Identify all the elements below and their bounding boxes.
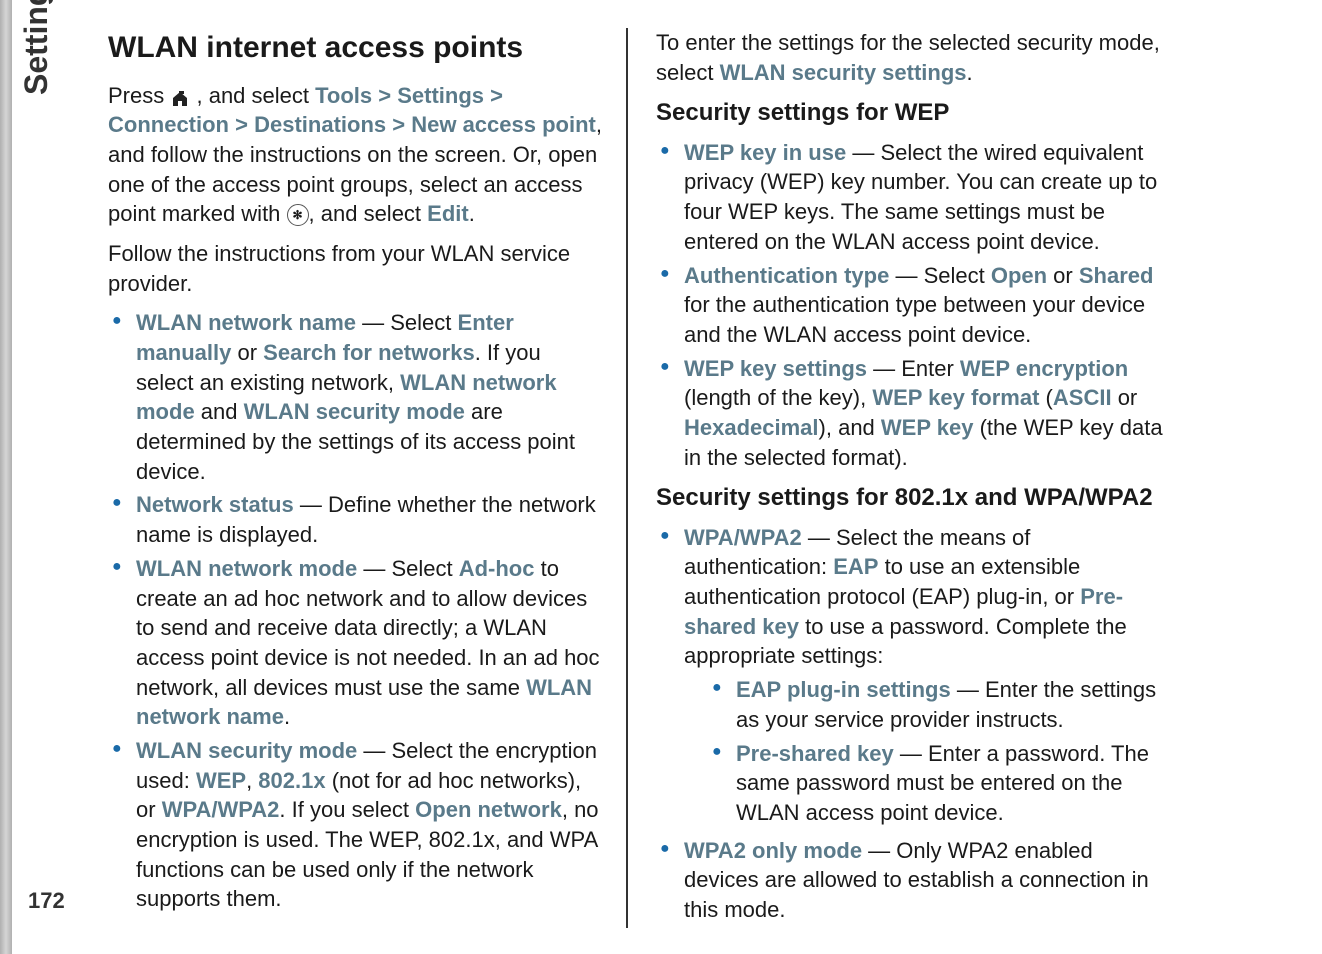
text: ), and <box>819 415 881 440</box>
right-column: To enter the settings for the selected s… <box>628 28 1188 928</box>
list-item-wlan-network-mode: WLAN network mode — Select Ad-hoc to cre… <box>108 554 602 732</box>
section-label: Settings <box>18 0 55 95</box>
option-open: Open <box>991 263 1047 288</box>
option-ascii: ASCII <box>1053 385 1112 410</box>
label-wep-key-settings: WEP key settings <box>684 356 867 381</box>
ref-wlan-security-mode: WLAN security mode <box>244 399 465 424</box>
separator: > <box>392 112 411 137</box>
heading-wlan-access-points: WLAN internet access points <box>108 28 602 69</box>
option-wep-encryption: WEP encryption <box>960 356 1128 381</box>
option-shared: Shared <box>1079 263 1154 288</box>
text: and <box>195 399 244 424</box>
list-item-eap-plugin-settings: EAP plug-in settings — Enter the setting… <box>708 675 1168 734</box>
heading-wep-security: Security settings for WEP <box>656 97 1168 129</box>
option-adhoc: Ad-hoc <box>459 556 535 581</box>
sidebar: Settings 172 <box>0 0 68 954</box>
text: , and select <box>309 201 428 226</box>
option-eap: EAP <box>833 554 878 579</box>
text: Press <box>108 83 170 108</box>
label-wlan-network-name: WLAN network name <box>136 310 356 335</box>
menu-connection: Connection <box>108 112 229 137</box>
list-item-wlan-network-name: WLAN network name — Select Enter manuall… <box>108 308 602 486</box>
list-item-preshared-key: Pre-shared key — Enter a password. The s… <box>708 739 1168 828</box>
text: for the authentication type between your… <box>684 292 1145 347</box>
label-wep-key-in-use: WEP key in use <box>684 140 846 165</box>
separator: > <box>378 83 397 108</box>
menu-destinations: Destinations <box>254 112 386 137</box>
page-content: WLAN internet access points Press , and … <box>108 28 1288 928</box>
wpa-settings-list: WPA/WPA2 — Select the means of authentic… <box>656 523 1168 925</box>
menu-edit: Edit <box>427 201 469 226</box>
list-item-wlan-security-mode: WLAN security mode — Select the encrypti… <box>108 736 602 914</box>
label-wpa-wpa2: WPA/WPA2 <box>684 525 802 550</box>
para-follow-instructions: Follow the instructions from your WLAN s… <box>108 239 602 298</box>
option-search-networks: Search for networks <box>263 340 475 365</box>
para-press-select: Press , and select Tools > Settings > Co… <box>108 81 602 229</box>
label-preshared-key: Pre-shared key <box>736 741 894 766</box>
wpa-subsettings-list: EAP plug-in settings — Enter the setting… <box>708 675 1168 827</box>
label-wlan-security-mode: WLAN security mode <box>136 738 357 763</box>
text: — Enter <box>867 356 960 381</box>
list-item-wpa2-only-mode: WPA2 only mode — Only WPA2 enabled devic… <box>656 836 1168 925</box>
text: (length of the key), <box>684 385 872 410</box>
text: — Select <box>357 556 458 581</box>
menu-wlan-security-settings: WLAN security settings <box>720 60 967 85</box>
text: , <box>246 768 258 793</box>
label-authentication-type: Authentication type <box>684 263 889 288</box>
list-item-network-status: Network status — Define whether the netw… <box>108 490 602 549</box>
text: . If you select <box>279 797 415 822</box>
text: . <box>967 60 973 85</box>
menu-tools: Tools <box>315 83 372 108</box>
sidebar-stripe <box>0 0 12 954</box>
text: ( <box>1039 385 1052 410</box>
wlan-settings-list: WLAN network name — Select Enter manuall… <box>108 308 602 914</box>
menu-settings: Settings <box>397 83 484 108</box>
list-item-wpa-wpa2: WPA/WPA2 — Select the means of authentic… <box>656 523 1168 828</box>
option-wpa-wpa2: WPA/WPA2 <box>162 797 280 822</box>
separator: > <box>490 83 503 108</box>
option-wep-key: WEP key <box>881 415 974 440</box>
label-wpa2-only-mode: WPA2 only mode <box>684 838 862 863</box>
heading-wpa-security: Security settings for 802.1x and WPA/WPA… <box>656 482 1168 514</box>
label-wlan-network-mode: WLAN network mode <box>136 556 357 581</box>
label-network-status: Network status <box>136 492 294 517</box>
text: or <box>1047 263 1079 288</box>
text: — Select <box>889 263 990 288</box>
marked-access-point-icon: ✻ <box>287 204 309 226</box>
list-item-authentication-type: Authentication type — Select Open or Sha… <box>656 261 1168 350</box>
option-8021x: 802.1x <box>258 768 325 793</box>
list-item-wep-key-settings: WEP key settings — Enter WEP encryption … <box>656 354 1168 473</box>
text: — Select <box>356 310 457 335</box>
option-open-network: Open network <box>415 797 562 822</box>
menu-new-access-point: New access point <box>411 112 596 137</box>
page-number: 172 <box>28 888 65 914</box>
separator: > <box>235 112 254 137</box>
wep-settings-list: WEP key in use — Select the wired equiva… <box>656 138 1168 473</box>
option-wep: WEP <box>196 768 246 793</box>
text: or <box>231 340 263 365</box>
text: , and select <box>196 83 315 108</box>
option-wep-key-format: WEP key format <box>872 385 1039 410</box>
list-item-wep-key-in-use: WEP key in use — Select the wired equiva… <box>656 138 1168 257</box>
home-key-icon <box>170 87 190 107</box>
left-column: WLAN internet access points Press , and … <box>108 28 628 928</box>
para-security-mode-settings: To enter the settings for the selected s… <box>656 28 1168 87</box>
option-hexadecimal: Hexadecimal <box>684 415 819 440</box>
text: or <box>1112 385 1138 410</box>
text: . <box>284 704 290 729</box>
text: . <box>469 201 475 226</box>
label-eap-plugin-settings: EAP plug-in settings <box>736 677 951 702</box>
